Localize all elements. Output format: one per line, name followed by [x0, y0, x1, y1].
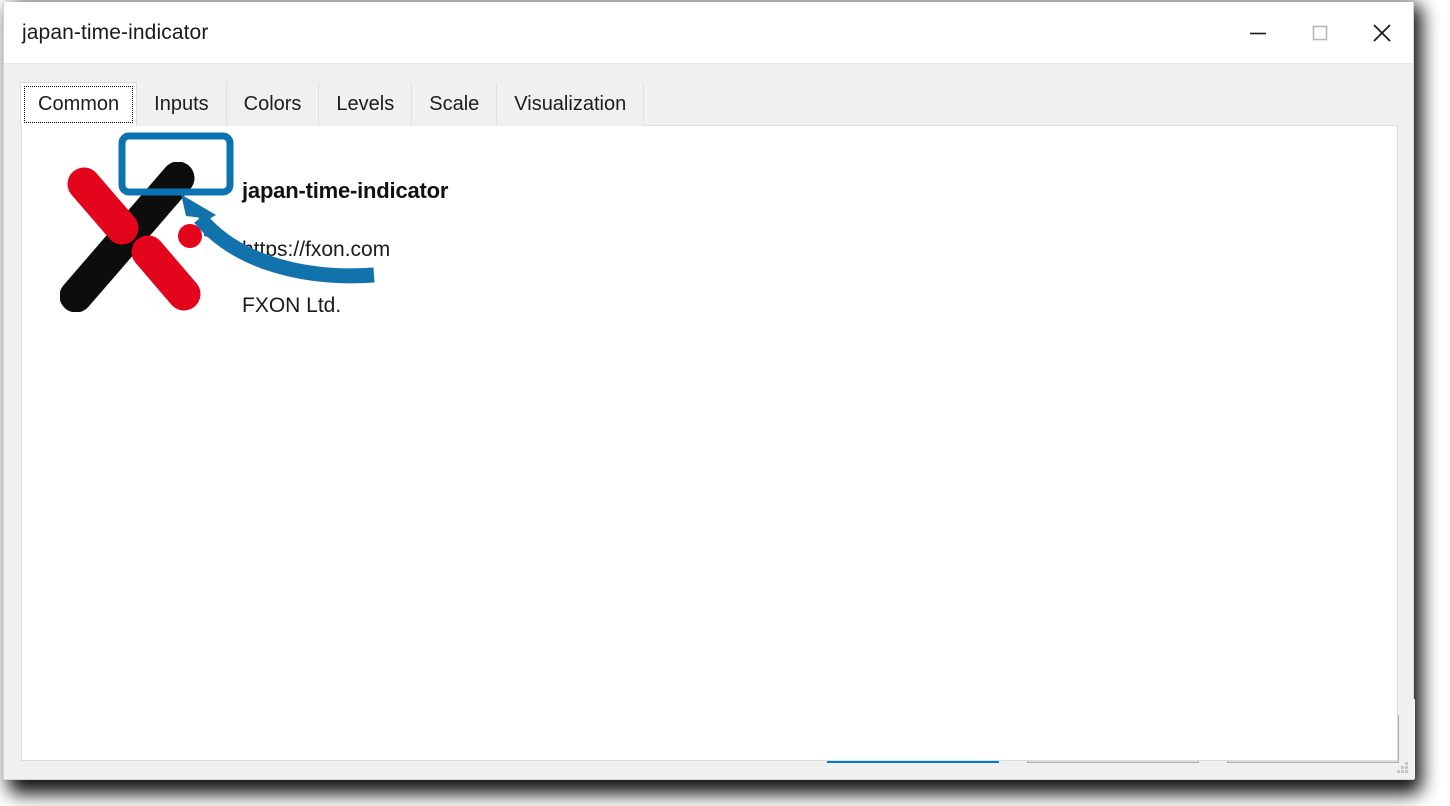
- about-block: japan-time-indicator https://fxon.com FX…: [60, 156, 448, 318]
- tab-scale-label: Scale: [429, 93, 480, 115]
- fxon-logo: [60, 162, 202, 312]
- indicator-properties-dialog: japan-time-indicator Common Inputs Color…: [3, 2, 1415, 780]
- close-icon: [1373, 24, 1391, 42]
- maximize-button[interactable]: [1289, 2, 1351, 64]
- tab-visualization[interactable]: Visualization: [497, 82, 645, 126]
- product-url: https://fxon.com: [242, 238, 391, 261]
- tab-inputs[interactable]: Inputs: [137, 82, 227, 126]
- about-text-block: japan-time-indicator https://fxon.com FX…: [242, 178, 448, 318]
- tab-colors[interactable]: Colors: [226, 82, 320, 126]
- tab-strip: Common Inputs Colors Levels Scale Visual…: [20, 82, 645, 126]
- desktop-backdrop: japan-time-indicator Common Inputs Color…: [0, 0, 1450, 806]
- minimize-icon: [1250, 32, 1266, 35]
- tab-inputs-label: Inputs: [154, 93, 209, 115]
- close-button[interactable]: [1351, 2, 1413, 64]
- tab-colors-label: Colors: [243, 93, 302, 115]
- tab-scale[interactable]: Scale: [412, 82, 498, 126]
- window-controls: [1227, 2, 1413, 64]
- window-title: japan-time-indicator: [22, 20, 209, 44]
- tab-levels-label: Levels: [336, 93, 395, 115]
- maximize-icon: [1312, 25, 1328, 41]
- company-name: FXON Ltd.: [242, 294, 342, 317]
- tab-common[interactable]: Common: [20, 82, 138, 126]
- tab-visualization-label: Visualization: [514, 93, 627, 115]
- product-name: japan-time-indicator: [242, 178, 449, 203]
- resize-grip[interactable]: [1394, 759, 1410, 775]
- tab-levels[interactable]: Levels: [319, 82, 413, 126]
- minimize-button[interactable]: [1227, 2, 1289, 64]
- tab-common-label: Common: [38, 93, 120, 115]
- dialog-body: Common Inputs Colors Levels Scale Visual…: [4, 64, 1415, 779]
- title-bar: japan-time-indicator: [4, 2, 1413, 64]
- common-tab-panel: japan-time-indicator https://fxon.com FX…: [21, 125, 1398, 761]
